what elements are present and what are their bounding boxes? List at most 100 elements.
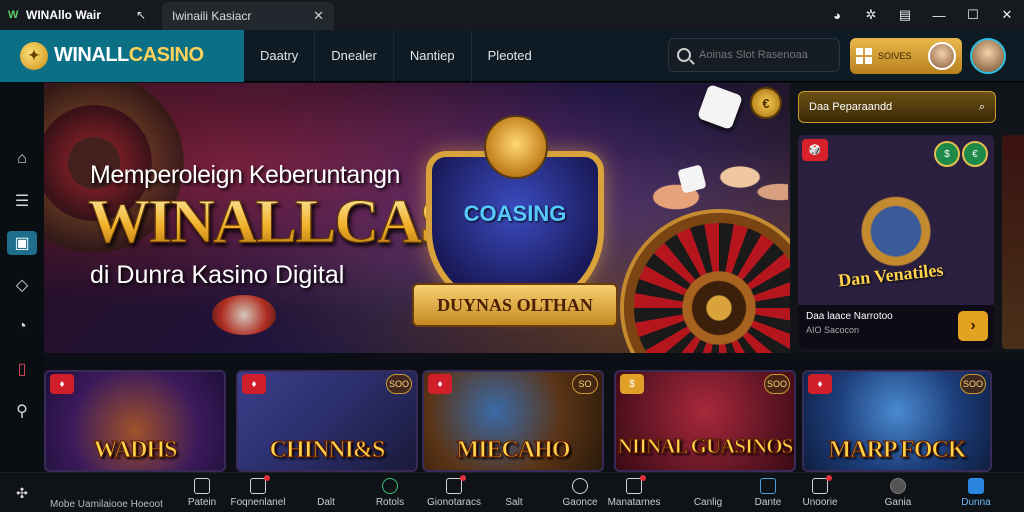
user-icon [968, 478, 984, 494]
toolbar-label: Dalt [317, 497, 335, 508]
site-logo[interactable]: ✦ WINALLCASINO [0, 29, 244, 82]
toolbar-item[interactable]: Unoorie [790, 475, 850, 511]
bottom-toolbar: ✣ Mobe Uamilaiooe Hoeoot Patein Foqnenla… [0, 472, 1024, 512]
toolbar-label: Patein [187, 497, 217, 508]
toolbar-item[interactable]: Salt [484, 475, 544, 511]
game-tile[interactable]: $ SOO NIINAL GUASINOS [614, 370, 796, 472]
emblem-title: COASING [463, 201, 567, 226]
featured-badge: 🎲 [802, 139, 828, 161]
featured-game-card[interactable]: 🎲 $ € Dan Venatiles Daa laace Narrotoo A… [798, 135, 994, 349]
featured-card-footer: Daa laace Narrotoo AIO Sacocon › [798, 305, 994, 349]
main-nav: Daatry Dnealer Nantiep Pleoted [244, 29, 548, 82]
toolbar-item[interactable]: Gaonce [550, 475, 610, 511]
chip-icon [194, 478, 210, 494]
coin-button[interactable]: € [750, 87, 782, 119]
timer-icon[interactable]: ◔ [7, 315, 37, 339]
list-icon[interactable]: ☰ [7, 189, 37, 213]
tile-title: MARP FOCK [828, 437, 967, 464]
toolbar-label: Foqnenlanel [230, 497, 286, 508]
game-tile[interactable]: ♦ WADHS [44, 370, 226, 472]
casino-chips-image [212, 295, 276, 335]
nav-item-2[interactable]: Dnealer [315, 29, 394, 82]
nav-item-3[interactable]: Nantiep [394, 29, 472, 82]
toolbar-label: Dunna [961, 497, 991, 508]
browser-tab[interactable]: Iwinaili Kasiacr ✕ [162, 2, 334, 30]
screen-icon [250, 475, 270, 494]
featured-card-title: Dan Venatiles [837, 259, 945, 291]
tile-count: SOO [960, 374, 986, 394]
hero-headline: Memperoleign Keberuntangn [90, 161, 400, 189]
settings-icon[interactable]: ✣ [0, 473, 44, 512]
title-bar: W WINAllo Wair ↖ Iwinaili Kasiacr ✕ ◕ ✲ … [0, 0, 1024, 30]
game-tiles: ♦ WADHS ♦ SOO CHINNI&S ♦ SO MIECAHO $ SO… [44, 370, 1024, 472]
chart-icon[interactable]: ◕ [820, 0, 854, 30]
toolbar-item[interactable]: Gionotaracs [424, 475, 484, 511]
chat-icon [890, 478, 906, 494]
window-controls: ◕ ✲ ▤ — ☐ ✕ [820, 0, 1024, 30]
game-tile[interactable]: ♦ SOO CHINNI&S [236, 370, 418, 472]
close-icon[interactable]: ✕ [990, 0, 1024, 30]
profile-avatar[interactable] [970, 38, 1006, 74]
gift-icon [446, 475, 466, 494]
search-icon: ⌕ [978, 100, 985, 113]
maximize-icon[interactable]: ☐ [956, 0, 990, 30]
toolbar-label: Unoorie [802, 497, 838, 508]
notes-icon[interactable]: ▤ [888, 0, 922, 30]
game-tile[interactable]: ♦ SO MIECAHO [422, 370, 604, 472]
toolbar-item[interactable]: Manatarnes [604, 475, 664, 511]
home-icon[interactable]: ⌂ [7, 147, 37, 171]
game-tile[interactable]: ♦ SOO MARP FOCK [802, 370, 992, 472]
nav-item-1[interactable]: Daatry [244, 29, 316, 82]
tile-count: SOO [764, 374, 790, 394]
toolbar-item[interactable]: Gania [868, 475, 928, 511]
search-input[interactable] [699, 49, 829, 61]
tile-title: MIECAHO [456, 437, 571, 464]
toolbar-item-active[interactable]: Dunna [946, 475, 1006, 511]
toolbar-item[interactable]: Patein [172, 475, 232, 511]
nav-item-4[interactable]: Pleoted [472, 30, 548, 82]
tab-close-icon[interactable]: ✕ [313, 8, 324, 24]
app-window: W WINAllo Wair ↖ Iwinaili Kasiacr ✕ ◕ ✲ … [0, 0, 1024, 512]
minimize-icon[interactable]: — [922, 0, 956, 30]
search-icon [677, 48, 691, 62]
clock-icon [572, 478, 588, 494]
toolbar-item[interactable]: Canlig [678, 475, 738, 511]
lion-icon [484, 115, 548, 179]
logo-accent: CASINO [128, 44, 204, 66]
tile-title: NIINAL GUASINOS [617, 434, 794, 458]
toolbar-item[interactable]: Dalt [296, 475, 356, 511]
back-arrow-icon[interactable]: ↖ [126, 8, 156, 22]
app-name-label: WINAllo Wair [26, 8, 101, 22]
toolbar-label: Manatarnes [607, 497, 661, 508]
pin-icon[interactable]: ⚲ [7, 399, 37, 423]
search-box[interactable] [668, 38, 840, 72]
tile-badge: ♦ [808, 374, 832, 394]
casino-emblem: COASING DUYNAS OLTHAN [412, 115, 618, 331]
sidebar: ⌂ ☰ ▣ ◇ ◔ ▯ ⚲ [0, 83, 44, 473]
account-label: SOIVES [878, 51, 912, 61]
tile-badge: ♦ [242, 374, 266, 394]
account-button[interactable]: SOIVES [850, 38, 962, 74]
logo-emblem-icon: ✦ [20, 41, 48, 70]
status-text: Mobe Uamilaiooe Hoeoot [50, 499, 163, 510]
toolbar-item[interactable]: Foqnenlanel [228, 475, 288, 511]
wallet-icon[interactable]: ▣ [7, 231, 37, 255]
extension-icon[interactable]: ✲ [854, 0, 888, 30]
share-icon [812, 475, 832, 494]
toolbar-item[interactable]: Rotols [360, 475, 420, 511]
app-logo-icon: W [8, 9, 19, 21]
book-icon[interactable]: ▯ [7, 357, 37, 381]
toolbar-item[interactable]: Dante [738, 475, 798, 511]
toolbar-label: Salt [505, 497, 523, 508]
next-card-peek[interactable] [1002, 135, 1024, 349]
chevron-right-icon[interactable]: › [958, 311, 988, 341]
tile-title: CHINNI&S [269, 437, 386, 464]
featured-search[interactable]: Daa Peparaandd ⌕ [798, 91, 996, 123]
tile-count: SOO [386, 374, 412, 394]
hero-banner[interactable]: Memperoleign Keberuntangn WINALLCASIINO … [44, 83, 790, 353]
featured-panel: Daa Peparaandd ⌕ 🎲 $ € Dan Venatiles Daa… [790, 83, 1024, 353]
toolbar-label: Gania [884, 497, 912, 508]
tag-icon[interactable]: ◇ [7, 273, 37, 297]
logo-main: WINALL [54, 44, 129, 66]
chip-icon: $ [934, 141, 960, 167]
